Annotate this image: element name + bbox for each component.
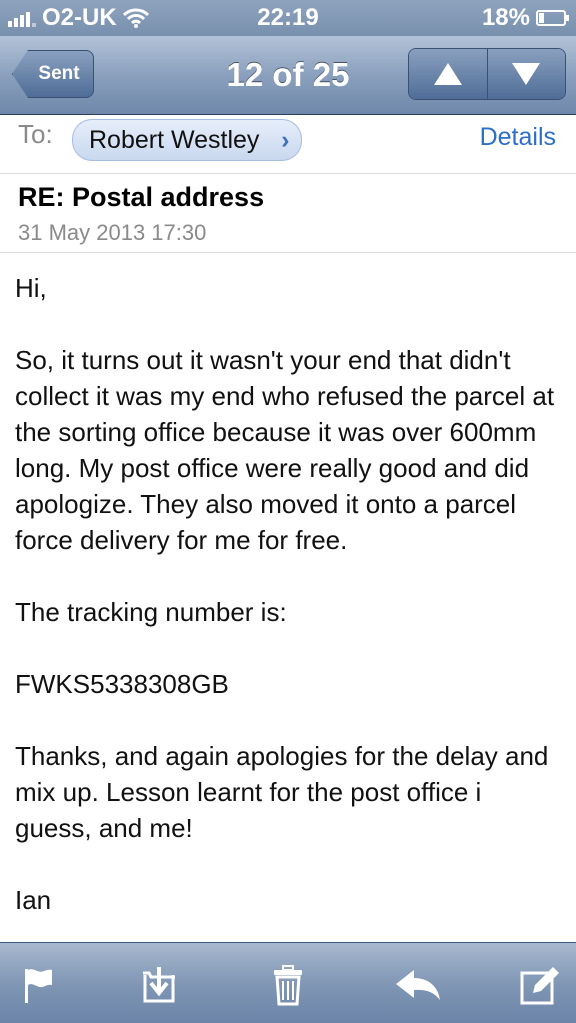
flag-icon [25, 969, 52, 1003]
message-signature: Ian [15, 885, 52, 915]
flag-button[interactable] [16, 963, 60, 1007]
navigation-bar: Sent 12 of 25 [0, 36, 576, 115]
message-navigation-control [408, 48, 566, 100]
bottom-toolbar [0, 942, 576, 1023]
to-label: To: [18, 119, 53, 149]
details-link[interactable]: Details [480, 123, 556, 152]
recipient-row: To: Robert Westley › Details [0, 115, 576, 174]
recipient-chip[interactable]: Robert Westley › [72, 119, 303, 161]
previous-message-button[interactable] [409, 49, 487, 99]
message-header: RE: Postal address 31 May 2013 17:30 [0, 174, 576, 253]
compose-button[interactable] [518, 963, 562, 1007]
message-body: Hi, So, it turns out it wasn't your end … [15, 270, 565, 954]
move-to-folder-icon [143, 967, 175, 1003]
reply-icon [396, 970, 440, 1000]
chevron-right-icon: › [281, 126, 290, 154]
arrow-up-icon [433, 63, 462, 85]
battery-icon [536, 10, 569, 26]
delete-button[interactable] [266, 963, 310, 1007]
trash-icon [274, 965, 302, 1006]
reply-button[interactable] [392, 963, 444, 1007]
message-paragraph: Thanks, and again apologies for the dela… [15, 741, 549, 843]
message-paragraph: The tracking number is: [15, 597, 287, 627]
message-date: 31 May 2013 17:30 [18, 220, 207, 245]
status-bar: O2-UK 22:19 18% [0, 0, 576, 36]
recipient-name: Robert Westley [89, 126, 260, 154]
move-button[interactable] [138, 963, 182, 1007]
tracking-number: FWKS5338308GB [15, 669, 229, 699]
message-paragraph: So, it turns out it wasn't your end that… [15, 345, 555, 555]
message-subject: RE: Postal address [18, 182, 265, 212]
next-message-button[interactable] [486, 49, 565, 99]
message-paragraph: Hi, [15, 273, 47, 303]
arrow-down-icon [512, 63, 541, 85]
compose-icon [520, 967, 559, 1005]
battery-percent: 18% [481, 4, 530, 31]
